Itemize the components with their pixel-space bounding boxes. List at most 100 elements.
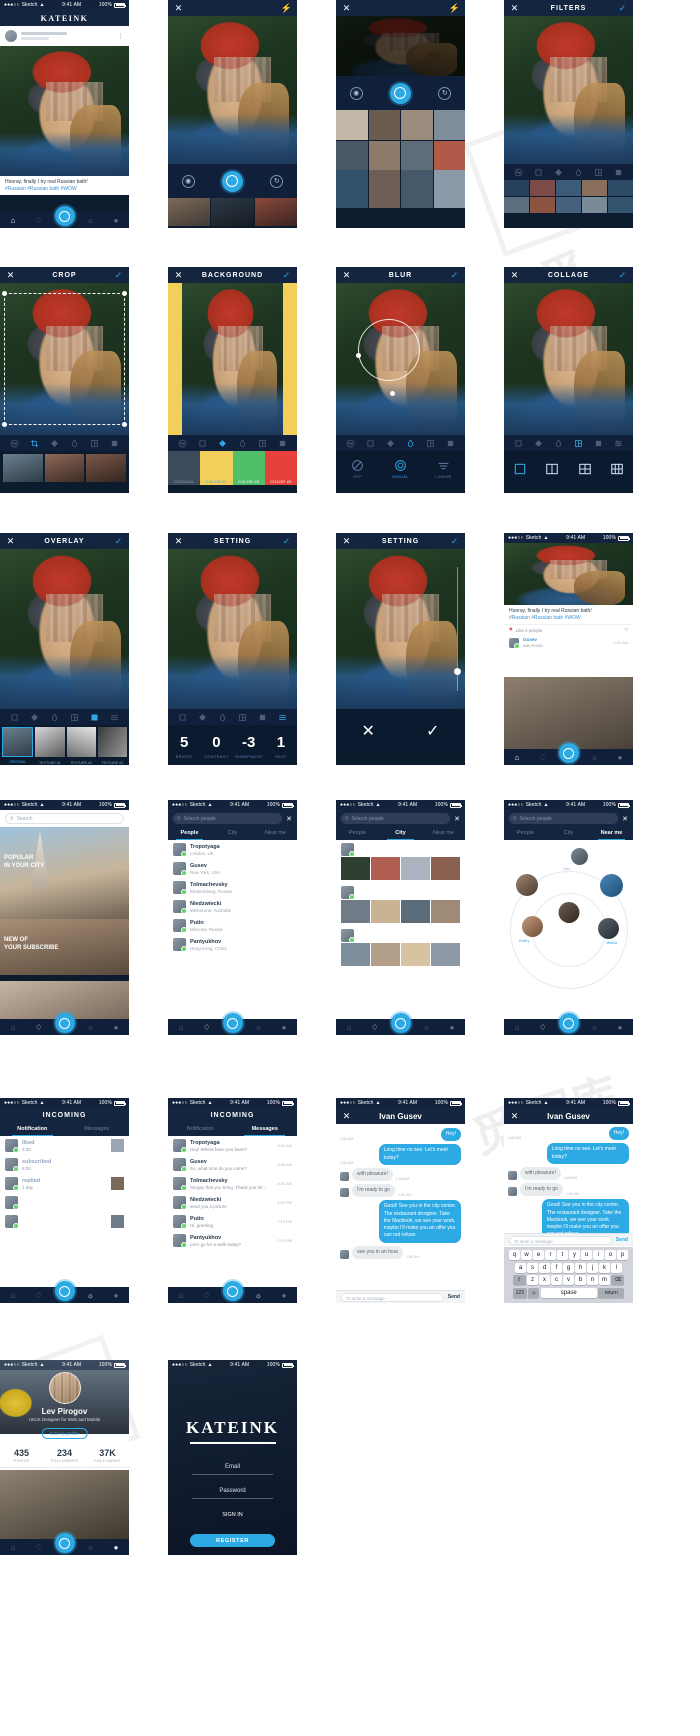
- overlay-icon[interactable]: [445, 438, 456, 449]
- gallery-thumb[interactable]: [433, 170, 465, 208]
- settings-icon[interactable]: [277, 712, 288, 723]
- profile-photo-grid[interactable]: [0, 1470, 129, 1539]
- close-icon[interactable]: ✕: [6, 270, 15, 280]
- list-item[interactable]: [336, 840, 465, 857]
- key-s[interactable]: s: [527, 1262, 538, 1273]
- crop-frame[interactable]: [2, 291, 127, 427]
- key-t[interactable]: t: [557, 1250, 568, 1260]
- camera-shutter-icon[interactable]: [54, 1013, 75, 1033]
- gallery-thumb[interactable]: [368, 141, 400, 171]
- list-item[interactable]: Gusev New York, USA: [168, 859, 297, 878]
- chat-bubble[interactable]: Hey!: [608, 1127, 629, 1141]
- key-c[interactable]: c: [551, 1275, 562, 1285]
- confirm-icon[interactable]: ✓: [282, 536, 291, 546]
- camera-shutter-icon[interactable]: [222, 1281, 243, 1301]
- key-l[interactable]: l: [611, 1262, 622, 1273]
- explore-banner-2[interactable]: NEW OF YOUR SUBSCRIBE: [0, 919, 129, 975]
- backspace-key[interactable]: ⌫: [611, 1275, 625, 1285]
- crop-handle[interactable]: [122, 422, 127, 427]
- grid-photo[interactable]: [341, 900, 370, 923]
- blur-icon[interactable]: [49, 712, 60, 723]
- layout-four[interactable]: [569, 462, 601, 476]
- home-icon[interactable]: ⌂: [7, 1023, 19, 1032]
- confirm-icon[interactable]: ✓: [618, 270, 627, 280]
- chat-bubble[interactable]: with pleasure!: [520, 1166, 561, 1180]
- home-icon[interactable]: ⌂: [7, 216, 19, 225]
- home-icon[interactable]: ⌂: [175, 1291, 187, 1300]
- background-photo[interactable]: [182, 283, 283, 435]
- chat-bubble[interactable]: Hey!: [440, 1128, 461, 1142]
- filters-icon[interactable]: [177, 438, 188, 449]
- tab-near-me[interactable]: Near me: [254, 827, 297, 840]
- crop-icon[interactable]: [29, 438, 40, 449]
- person-icon[interactable]: ●: [278, 1023, 290, 1032]
- list-item[interactable]: Tolmachevsky Ekaterinburg, Russia: [168, 878, 297, 897]
- onscreen-keyboard[interactable]: q w e r t y u i o p a s d f g h j k l ⇧ …: [504, 1247, 633, 1303]
- password-field[interactable]: Password: [192, 1488, 273, 1499]
- key-p[interactable]: p: [617, 1250, 628, 1260]
- crop-handle[interactable]: [2, 422, 7, 427]
- radar-avatar[interactable]: [516, 874, 538, 896]
- film-thumb[interactable]: [168, 198, 211, 226]
- background-icon[interactable]: [49, 438, 60, 449]
- person-icon[interactable]: ●: [110, 216, 122, 225]
- fire-icon[interactable]: ♢: [33, 1291, 45, 1300]
- notification-thumb[interactable]: [111, 1139, 124, 1152]
- overlay-icon[interactable]: [109, 438, 120, 449]
- send-button[interactable]: Send: [616, 1237, 628, 1243]
- blur-radius-circle[interactable]: [358, 319, 420, 381]
- camera-shutter-icon[interactable]: [558, 1013, 579, 1033]
- confirm-actions[interactable]: ✕ ✓: [336, 709, 465, 753]
- overlay-textures[interactable]: ORIGINAL TEXTURE #1 TEXTURE #2 TEXTURE #…: [0, 725, 129, 765]
- recent-photos-strip[interactable]: [168, 198, 297, 226]
- camera-shutter-icon[interactable]: [390, 1013, 411, 1033]
- collage-preview[interactable]: [504, 283, 633, 435]
- overlay-preview[interactable]: [0, 549, 129, 709]
- list-item[interactable]: Tropotyaga London, UK: [168, 840, 297, 859]
- list-item[interactable]: liked 2:30: [0, 1136, 129, 1155]
- bell-icon[interactable]: ☼: [84, 216, 96, 225]
- tab-people[interactable]: People: [168, 827, 211, 840]
- background-icon[interactable]: [197, 712, 208, 723]
- avatar[interactable]: [509, 637, 520, 649]
- overlay-icon[interactable]: [593, 438, 604, 449]
- key-n[interactable]: n: [587, 1275, 598, 1285]
- post-photo[interactable]: [504, 543, 633, 605]
- crop-icon[interactable]: [365, 438, 376, 449]
- filter-swatch[interactable]: [556, 180, 581, 196]
- key-m[interactable]: m: [599, 1275, 610, 1285]
- close-icon[interactable]: ✕: [6, 536, 15, 546]
- setting-preview[interactable]: [336, 549, 465, 709]
- chat-bubble[interactable]: I'm ready to go: [520, 1183, 563, 1197]
- person-icon[interactable]: ●: [110, 1023, 122, 1032]
- like-count[interactable]: Like 2 people: [516, 628, 622, 633]
- signin-button[interactable]: SIGN IN: [168, 1512, 297, 1518]
- home-icon[interactable]: ⌂: [7, 1543, 19, 1552]
- key-o[interactable]: o: [605, 1250, 616, 1260]
- gallery-thumb[interactable]: [336, 141, 368, 171]
- radar-avatar[interactable]: [558, 902, 579, 923]
- message-input[interactable]: To write a message: [341, 1292, 444, 1302]
- blur-handle[interactable]: [390, 391, 395, 396]
- swatch-color-1[interactable]: COLOR #1: [200, 451, 233, 485]
- crop-icon[interactable]: [533, 167, 544, 178]
- filters-icon[interactable]: [345, 438, 356, 449]
- flip-camera-icon[interactable]: ↻: [438, 86, 452, 100]
- flash-icon[interactable]: ⚡: [449, 3, 460, 13]
- camera-shutter-icon[interactable]: [558, 743, 579, 763]
- tab-messages[interactable]: Messages: [233, 1123, 298, 1136]
- blur-icon[interactable]: [405, 438, 416, 449]
- blur-icon[interactable]: [553, 438, 564, 449]
- notification-thumb[interactable]: [111, 1177, 124, 1190]
- setting-heat[interactable]: 1 HEAT: [265, 725, 297, 765]
- crop-icon[interactable]: [177, 712, 188, 723]
- person-icon[interactable]: ●: [446, 1023, 458, 1032]
- bell-icon[interactable]: ☼: [252, 1023, 264, 1032]
- bell-icon[interactable]: ☼: [84, 1023, 96, 1032]
- film-thumb[interactable]: [254, 198, 297, 226]
- crop-icon[interactable]: [197, 438, 208, 449]
- confirm-icon[interactable]: ✓: [114, 536, 123, 546]
- flip-camera-icon[interactable]: ↻: [270, 174, 284, 188]
- crop-handle[interactable]: [2, 291, 7, 296]
- background-icon[interactable]: [553, 167, 564, 178]
